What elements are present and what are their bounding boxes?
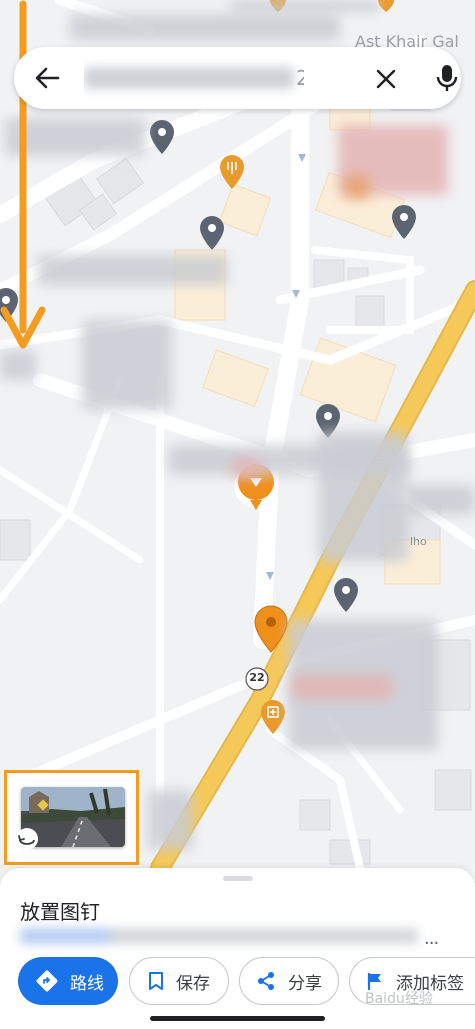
rotate-360-icon <box>16 828 38 850</box>
search-bar[interactable]: 2 <box>14 47 461 109</box>
watermark: Baidu经验 <box>365 991 433 1007</box>
arrow-left-icon[interactable] <box>32 63 62 93</box>
place-address <box>20 928 418 944</box>
save-button[interactable]: 保存 <box>129 957 229 1005</box>
place-bottom-sheet[interactable]: 放置图钉 ... 路线 保存 分享 添加标签 Baidu经验 <box>0 868 475 1029</box>
place-title: 放置图钉 <box>20 900 100 924</box>
share-icon <box>258 972 274 990</box>
road-shield-label: 22 <box>249 671 265 684</box>
directions-icon <box>36 970 58 992</box>
building-label: lho <box>410 535 427 548</box>
more-text: ... <box>424 928 439 949</box>
close-icon[interactable] <box>372 65 400 93</box>
route-button-label: 路线 <box>70 973 104 994</box>
share-button-label: 分享 <box>288 973 322 994</box>
bookmark-icon <box>149 972 163 990</box>
home-indicator[interactable] <box>150 1016 325 1021</box>
street-view-thumbnail[interactable] <box>4 770 139 865</box>
search-query-text: 2 <box>296 66 304 90</box>
search-input[interactable]: 2 <box>84 59 304 97</box>
save-button-label: 保存 <box>176 973 210 994</box>
map-view[interactable]: Ast Khair Gal lho 22 <box>0 0 475 868</box>
route-button[interactable]: 路线 <box>18 957 118 1005</box>
microphone-icon[interactable] <box>432 62 462 94</box>
drag-handle[interactable] <box>223 876 253 881</box>
share-button[interactable]: 分享 <box>239 957 339 1005</box>
